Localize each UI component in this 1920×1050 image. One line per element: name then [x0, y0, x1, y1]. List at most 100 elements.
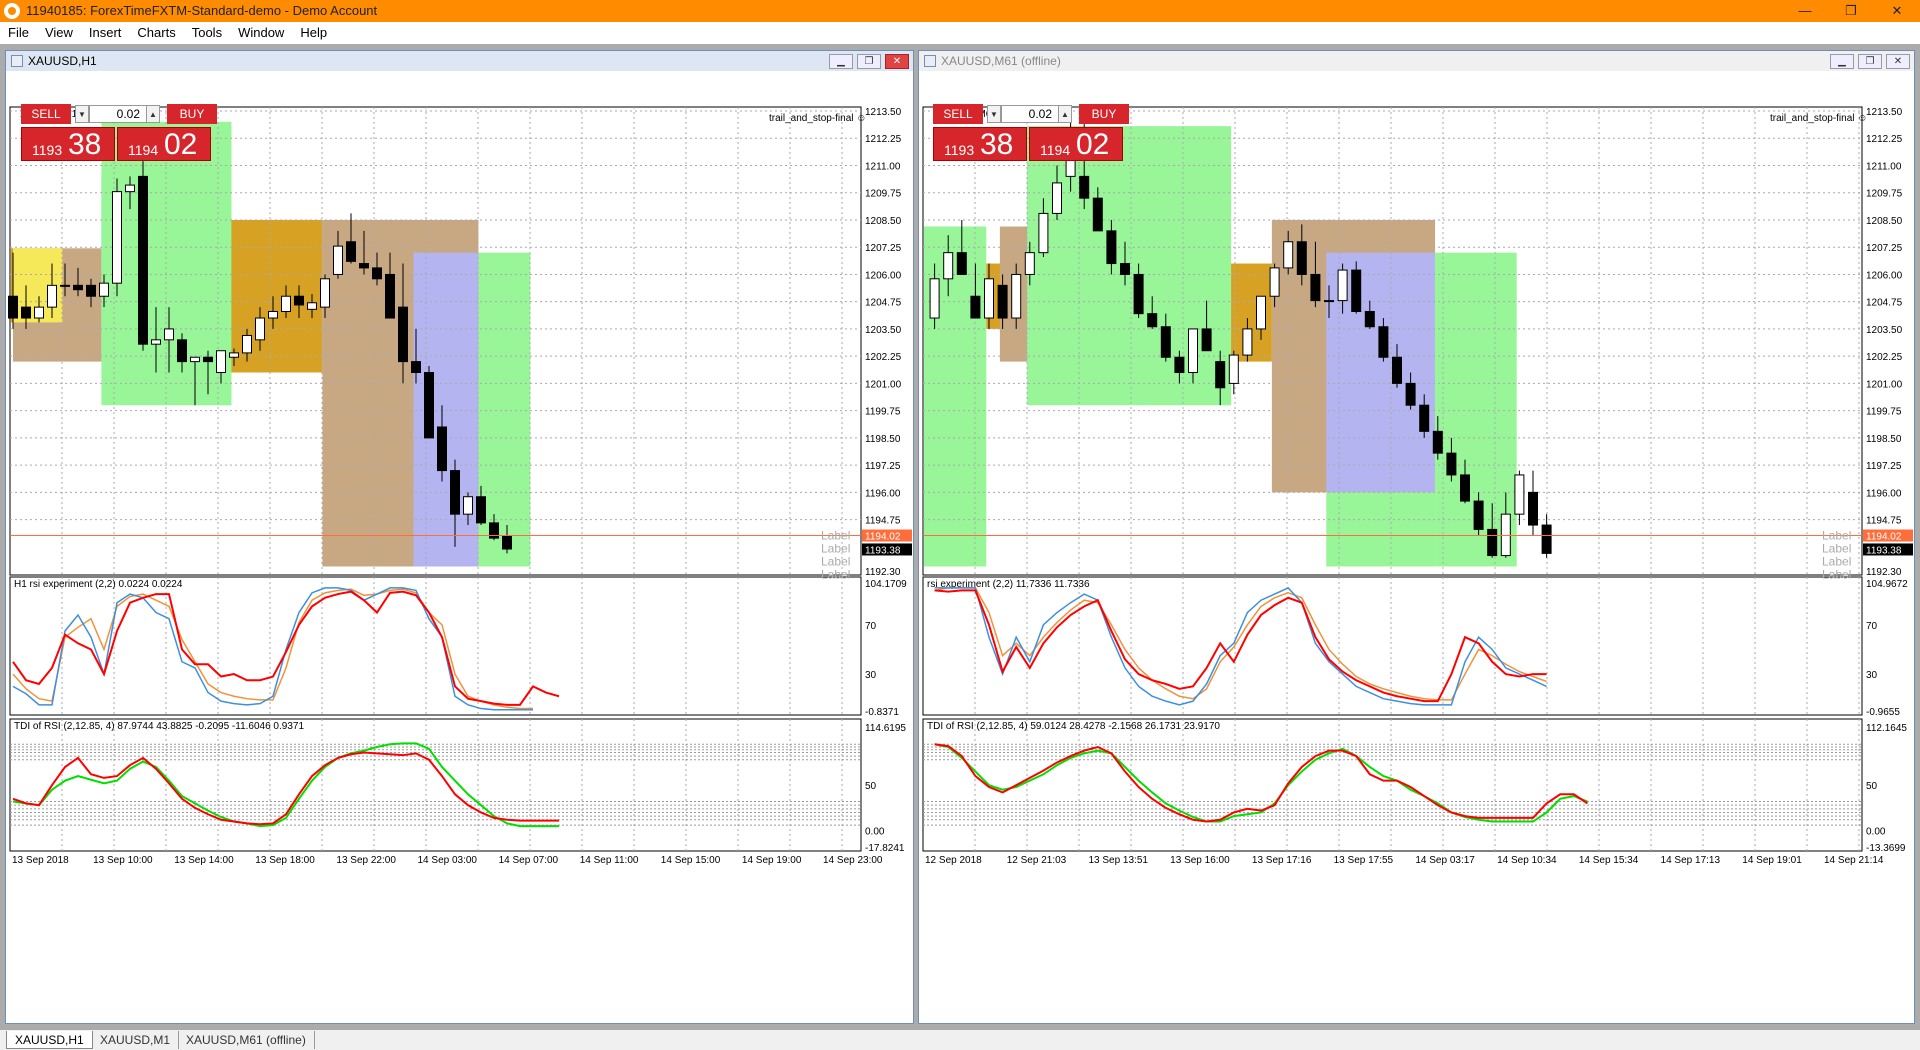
tab-xauusd-m1[interactable]: XAUUSD,M1 [92, 1031, 180, 1049]
candle-body [1215, 361, 1226, 389]
buy-button[interactable]: BUY [167, 104, 217, 124]
price-tick-label: 1212.25 [865, 134, 902, 145]
candle-body [307, 302, 317, 310]
time-axis-label: 14 Sep 23:00 [823, 855, 883, 866]
price-tick-label: 1211.00 [1866, 161, 1902, 172]
window-close-button[interactable]: ✕ [885, 54, 909, 69]
price-tick-label: 1201.00 [1866, 379, 1903, 390]
candle-body [1392, 356, 1402, 384]
minimize-button[interactable]: — [1782, 0, 1828, 22]
sell-price-button[interactable]: 1193 38 [21, 127, 115, 161]
window-restore-button[interactable]: ❐ [857, 54, 881, 69]
candle-body [1228, 354, 1239, 384]
candle-body [398, 306, 408, 363]
candle-body [47, 284, 57, 308]
buy-price-button[interactable]: 1194 02 [1029, 127, 1123, 161]
chart-window-m61[interactable]: XAUUSD,M61 (offline) ▁ ❐ ✕ 1213.50 1212.2… [918, 50, 1915, 1024]
chart-label: Label [1822, 568, 1851, 582]
window-minimize-button[interactable]: ▁ [1830, 54, 1854, 69]
ask-price-small: 1194 [128, 142, 159, 158]
menu-bar: File View Insert Charts Tools Window Help [0, 22, 1920, 44]
candle-body [294, 295, 304, 306]
tdi-plot-frame [922, 718, 1863, 852]
menu-file[interactable]: File [0, 22, 37, 40]
candle-body [411, 361, 421, 374]
candle-body [424, 372, 434, 439]
time-axis-label: 12 Sep 21:03 [1007, 855, 1067, 866]
lot-down-icon[interactable]: ▼ [987, 105, 1001, 123]
candle-body [320, 278, 330, 308]
tab-xauusd-h1[interactable]: XAUUSD,H1 [6, 1031, 93, 1049]
candle-body [1473, 500, 1484, 530]
candle-body [73, 284, 83, 291]
candle-body [1269, 267, 1280, 297]
menu-insert[interactable]: Insert [81, 22, 130, 40]
app-icon [4, 3, 20, 19]
candle-body [1147, 313, 1158, 328]
menu-window[interactable]: Window [230, 22, 292, 40]
price-tick-label: 1201.00 [865, 379, 902, 390]
chart-canvas[interactable]: 1213.50 1212.25 1211.00 1209.75 1208.50 1207.… [919, 71, 1914, 1023]
ask-price-big: 02 [164, 128, 198, 161]
chart-label: Label [1822, 529, 1851, 543]
chart-label: Label [1822, 542, 1851, 556]
time-axis-label: 14 Sep 19:01 [1742, 855, 1802, 866]
price-tick-label: 1213.50 [1866, 107, 1903, 118]
close-button[interactable]: ✕ [1874, 0, 1920, 22]
menu-charts[interactable]: Charts [129, 22, 183, 40]
price-tick-label: 1194.75 [1866, 516, 1902, 527]
time-axis-label: 13 Sep 10:00 [93, 855, 153, 866]
menu-view[interactable]: View [37, 22, 81, 40]
chart-window-h1[interactable]: XAUUSD,H1 ▁ ❐ ✕ 1213.50 1212.25 1211.00 120… [5, 50, 914, 1024]
time-axis-label: 12 Sep 2018 [925, 855, 982, 866]
window-restore-button[interactable]: ❐ [1858, 54, 1882, 69]
rsi-tick-label: 70 [1866, 621, 1878, 632]
buy-price-button[interactable]: 1194 02 [117, 127, 211, 161]
time-axis-label: 13 Sep 16:00 [1170, 855, 1230, 866]
window-close-button[interactable]: ✕ [1886, 54, 1910, 69]
sell-price-button[interactable]: 1193 38 [933, 127, 1027, 161]
menu-help[interactable]: Help [292, 22, 335, 40]
candle-body [1052, 182, 1062, 214]
candle-body [281, 295, 291, 312]
lot-down-icon[interactable]: ▼ [75, 105, 89, 123]
rsi-plot-frame [9, 576, 862, 716]
candle-body [151, 339, 161, 345]
zone-box [924, 226, 987, 567]
time-axis-label: 14 Sep 07:00 [499, 855, 559, 866]
candle-body [333, 245, 343, 275]
lot-up-icon[interactable]: ▲ [1058, 105, 1072, 123]
candle-body [8, 295, 18, 319]
candle-body [1283, 241, 1294, 269]
time-axis-label: 13 Sep 17:55 [1334, 855, 1394, 866]
candle-body [1011, 273, 1022, 319]
price-tick-label: 1199.75 [865, 407, 901, 418]
candle-body [476, 496, 486, 524]
last-price-label: 1193.38 [1866, 545, 1902, 556]
candle-body [255, 317, 265, 341]
candle-body [1079, 175, 1090, 199]
candle-body [216, 350, 226, 374]
expert-advisor-label: trail_and_stop-final ☺ [769, 113, 867, 124]
tdi-tick-label: 50 [1866, 781, 1878, 792]
restore-button[interactable]: ❐ [1828, 0, 1874, 22]
menu-tools[interactable]: Tools [184, 22, 230, 40]
sell-button[interactable]: SELL [21, 104, 71, 124]
tab-xauusd-m61[interactable]: XAUUSD,M61 (offline) [178, 1031, 315, 1049]
expert-advisor-label: trail_and_stop-final ☺ [1770, 113, 1868, 124]
chart-canvas[interactable]: 1213.50 1212.25 1211.00 1209.75 1208.50 1207.… [6, 71, 913, 1023]
time-axis-label: 14 Sep 11:00 [580, 855, 639, 866]
chart-window-titlebar[interactable]: XAUUSD,H1 ▁ ❐ ✕ [6, 51, 913, 71]
candle-body [1541, 524, 1552, 554]
buy-button[interactable]: BUY [1079, 104, 1129, 124]
window-minimize-button[interactable]: ▁ [829, 54, 853, 69]
lot-up-icon[interactable]: ▲ [146, 105, 160, 123]
candle-body [86, 284, 96, 297]
rsi-tick-label: 104.9672 [1866, 579, 1908, 590]
candle-body [359, 263, 369, 269]
price-tick-label: 1208.50 [1866, 216, 1903, 227]
bid-price-label: 1194.02 [1866, 532, 1902, 543]
candle-body [997, 284, 1008, 319]
chart-window-titlebar[interactable]: XAUUSD,M61 (offline) ▁ ❐ ✕ [919, 51, 1914, 71]
sell-button[interactable]: SELL [933, 104, 983, 124]
